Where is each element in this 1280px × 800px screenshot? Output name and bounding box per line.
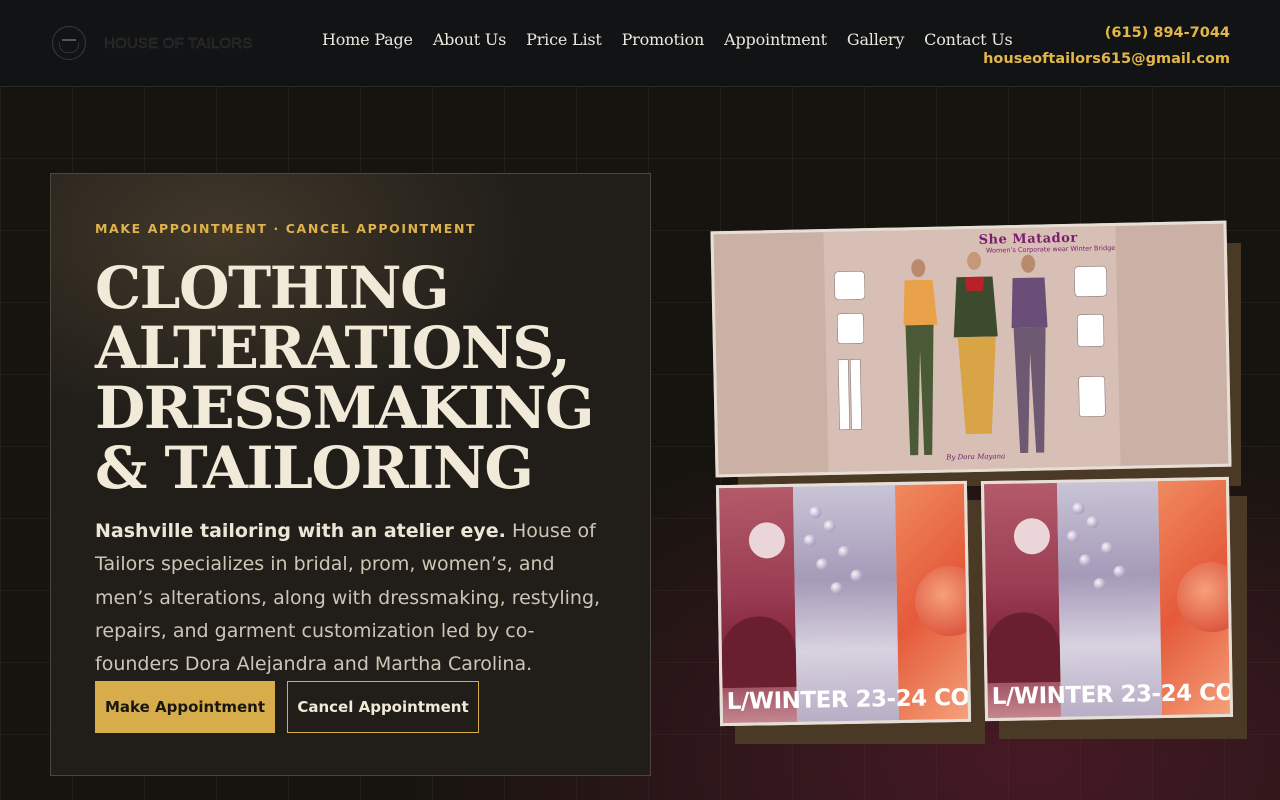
nav-appointment[interactable]: Appointment (724, 30, 827, 49)
headline-line: & TAILORING (95, 434, 534, 502)
nav-home[interactable]: Home Page (322, 30, 413, 49)
hero-card: MAKE APPOINTMENT · CANCEL APPOINTMENT CL… (50, 173, 651, 776)
hill-shape (721, 616, 796, 688)
cancel-appointment-button[interactable]: Cancel Appointment (287, 681, 479, 733)
make-appointment-button[interactable]: Make Appointment (95, 681, 275, 733)
logo-icon (52, 26, 86, 60)
nav-gallery[interactable]: Gallery (847, 30, 905, 49)
email-link[interactable]: houseoftailors615@gmail.com (983, 46, 1230, 72)
site-header: HOUSE OF TAILORS Home Page About Us Pric… (0, 0, 1280, 87)
hero-headline: CLOTHING ALTERATIONS, DRESSMAKING & TAIL… (95, 258, 635, 498)
main-nav: Home Page About Us Price List Promotion … (312, 30, 1023, 49)
header-contact: (615) 894-7044 houseoftailors615@gmail.c… (983, 20, 1230, 72)
headline-line: CLOTHING (95, 254, 450, 322)
logo-text: HOUSE OF TAILORS (104, 34, 253, 52)
fashion-board: She Matador Women’s Corporate wear Winte… (823, 225, 1121, 473)
nav-promotion[interactable]: Promotion (622, 30, 705, 49)
fashion-illustration-image[interactable]: She Matador Women’s Corporate wear Winte… (710, 220, 1232, 478)
nav-price-list[interactable]: Price List (526, 30, 602, 49)
fashion-signature: By Dora Mayana (946, 452, 1006, 462)
color-trend-caption: L/WINTER 23-24 COLO (991, 679, 1234, 711)
intro-text: House of Tailors specializes in bridal, … (95, 520, 601, 676)
phone-link[interactable]: (615) 894-7044 (983, 20, 1230, 46)
color-trend-image-1[interactable]: L/WINTER 23-24 COLO (715, 480, 972, 727)
headline-line: ALTERATIONS, (95, 314, 571, 382)
hill-shape (986, 611, 1061, 683)
hero-eyebrow: MAKE APPOINTMENT · CANCEL APPOINTMENT (95, 221, 477, 236)
fashion-figures-icon (834, 251, 1108, 456)
intro-bold: Nashville tailoring with an atelier eye. (95, 520, 506, 542)
nav-about[interactable]: About Us (433, 30, 507, 49)
logo[interactable]: HOUSE OF TAILORS (52, 24, 253, 62)
headline-line: DRESSMAKING (95, 374, 595, 442)
color-trend-caption: L/WINTER 23-24 COLO (726, 684, 972, 716)
hero-intro: Nashville tailoring with an atelier eye.… (95, 515, 615, 681)
color-trend-image-2[interactable]: L/WINTER 23-24 COLO (980, 476, 1234, 722)
